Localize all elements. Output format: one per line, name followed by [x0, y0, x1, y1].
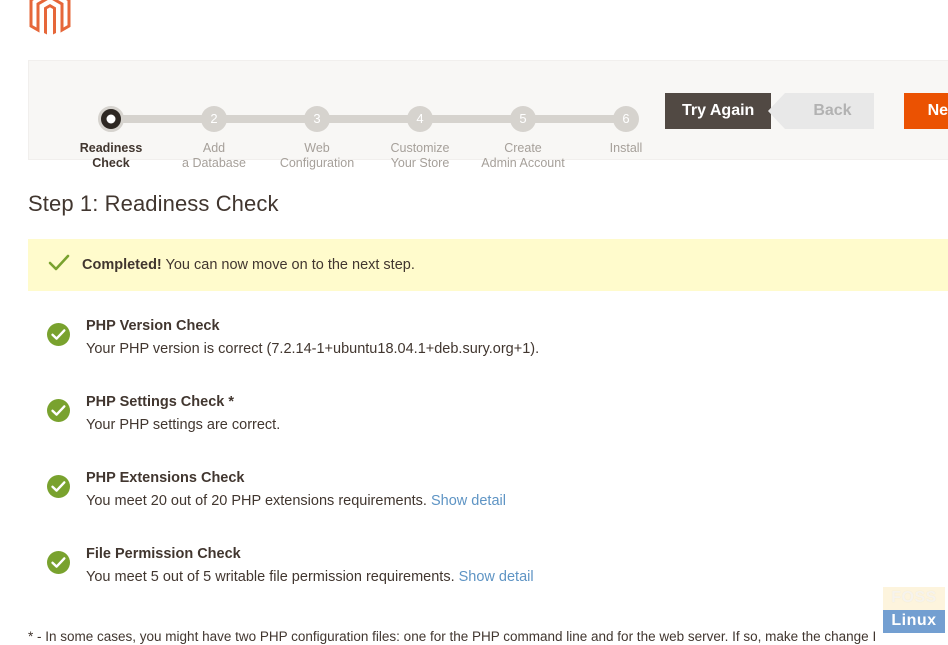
banner-strong: Completed! [82, 257, 162, 273]
check-mark-glyph [48, 254, 70, 271]
check-description: Your PHP settings are correct. [86, 415, 928, 435]
banner-message: Completed! You can now move on to the ne… [82, 257, 415, 273]
step-dot-5: 5 [510, 106, 536, 132]
readiness-check-list: PHP Version Check Your PHP version is co… [28, 316, 928, 620]
check-mark-icon [48, 254, 82, 276]
completed-banner: Completed! You can now move on to the ne… [28, 239, 948, 291]
success-circle-icon [46, 322, 71, 347]
wizard-step-web-configuration[interactable]: 3 Web Configuration [257, 83, 377, 171]
check-title: PHP Version Check [86, 318, 220, 334]
check-title: File Permission Check [86, 546, 241, 562]
step-label-6: Install [609, 141, 643, 155]
show-detail-link[interactable]: Show detail [431, 493, 506, 509]
magento-logo-icon [29, 0, 71, 35]
check-title: PHP Extensions Check [86, 470, 245, 486]
banner-text: You can now move on to the next step. [161, 257, 415, 273]
wizard-step-create-admin-account[interactable]: 5 Create Admin Account [463, 83, 583, 171]
try-again-button[interactable]: Try Again [665, 93, 772, 129]
step-label-2: Add a Database [182, 141, 246, 170]
wizard-step-add-a-database[interactable]: 2 Add a Database [154, 83, 274, 171]
back-button[interactable]: Back [768, 93, 874, 129]
check-description-text: Your PHP settings are correct. [86, 417, 281, 433]
wizard-step-readiness-check[interactable]: 1 Readiness Check [51, 83, 171, 171]
magento-logo [28, 0, 72, 38]
success-circle-glyph [47, 475, 70, 498]
wizard-progress-bar: 1 Readiness Check 2 Add a Database 3 Web… [28, 60, 948, 170]
wizard-steps: 1 Readiness Check 2 Add a Database 3 Web… [51, 83, 651, 170]
check-description-text: You meet 5 out of 5 writable file permis… [86, 569, 459, 585]
check-description: You meet 5 out of 5 writable file permis… [86, 567, 928, 587]
check-item-file-permission: File Permission Check You meet 5 out of … [28, 544, 928, 604]
check-item-php-settings: PHP Settings Check * Your PHP settings a… [28, 392, 928, 452]
magento-setup-wizard-page: 1 Readiness Check 2 Add a Database 3 Web… [0, 0, 948, 645]
success-circle-glyph [47, 551, 70, 574]
success-circle-icon [46, 474, 71, 499]
check-item-php-version: PHP Version Check Your PHP version is co… [28, 316, 928, 376]
success-circle-icon [46, 550, 71, 575]
check-description: You meet 20 out of 20 PHP extensions req… [86, 491, 928, 511]
check-item-php-extensions: PHP Extensions Check You meet 20 out of … [28, 468, 928, 528]
check-description-text: Your PHP version is correct (7.2.14-1+ub… [86, 341, 540, 357]
step-dot-1: 1 [98, 106, 124, 132]
watermark-line-linux: Linux [883, 610, 945, 633]
show-detail-link[interactable]: Show detail [459, 569, 534, 585]
check-description-text: You meet 20 out of 20 PHP extensions req… [86, 493, 431, 509]
step-label-1: Readiness Check [79, 141, 143, 170]
step-dot-6: 6 [613, 106, 639, 132]
step-dot-2: 2 [201, 106, 227, 132]
step-label-5: Create Admin Account [481, 141, 565, 170]
page-title: Step 1: Readiness Check [28, 191, 279, 216]
foss-linux-watermark: FOSS Linux [883, 587, 945, 633]
wizard-button-row: Try Again Back Next [665, 91, 948, 131]
footnote-text: * - In some cases, you might have two PH… [28, 629, 877, 644]
next-button[interactable]: Next [903, 93, 948, 129]
success-circle-glyph [47, 323, 70, 346]
step-label-4: Customize Your Store [390, 141, 450, 170]
step-dot-3: 3 [304, 106, 330, 132]
check-title: PHP Settings Check * [86, 394, 235, 410]
check-description: Your PHP version is correct (7.2.14-1+ub… [86, 339, 928, 359]
wizard-step-customize-your-store[interactable]: 4 Customize Your Store [360, 83, 480, 171]
success-circle-icon [46, 398, 71, 423]
step-label-3: Web Configuration [279, 141, 355, 170]
step-dot-4: 4 [407, 106, 433, 132]
success-circle-glyph [47, 399, 70, 422]
watermark-line-foss: FOSS [883, 587, 945, 610]
